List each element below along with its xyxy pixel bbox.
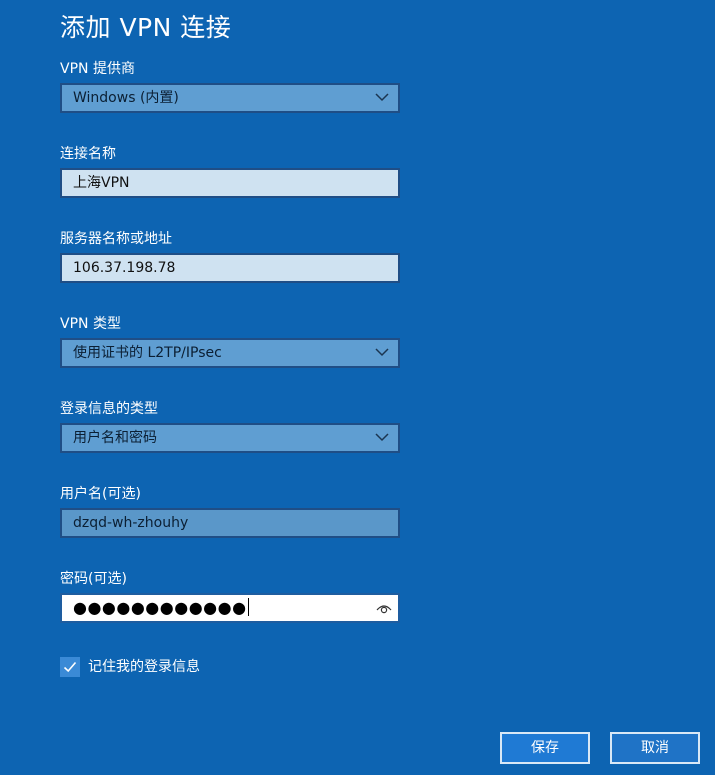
username-value: dzqd-wh-zhouhy [73, 515, 189, 531]
password-input[interactable]: ●●●●●●●●●●●● [60, 593, 400, 623]
provider-dropdown[interactable]: Windows (内置) [60, 83, 400, 113]
signin-type-label: 登录信息的类型 [60, 401, 158, 417]
chevron-down-icon [375, 93, 389, 102]
vpn-type-label: VPN 类型 [60, 316, 121, 332]
username-input[interactable]: dzqd-wh-zhouhy [60, 508, 400, 538]
provider-label: VPN 提供商 [60, 61, 135, 77]
server-input[interactable]: 106.37.198.78 [60, 253, 400, 283]
text-caret [247, 598, 249, 616]
connection-name-label: 连接名称 [60, 146, 116, 162]
save-button[interactable]: 保存 [500, 732, 590, 764]
chevron-down-icon [375, 348, 389, 357]
vpn-type-value: 使用证书的 L2TP/IPsec [73, 345, 222, 361]
connection-name-input[interactable]: 上海VPN [60, 168, 400, 198]
provider-value: Windows (内置) [73, 90, 179, 106]
server-value: 106.37.198.78 [73, 260, 176, 276]
dialog-title: 添加 VPN 连接 [60, 13, 232, 42]
server-label: 服务器名称或地址 [60, 231, 172, 247]
checkmark-icon [63, 661, 77, 673]
password-mask: ●●●●●●●●●●●● [73, 598, 249, 617]
password-label: 密码(可选) [60, 571, 127, 587]
eye-icon[interactable] [376, 601, 392, 615]
connection-name-value: 上海VPN [73, 175, 130, 191]
cancel-button[interactable]: 取消 [610, 732, 700, 764]
username-label: 用户名(可选) [60, 486, 141, 502]
remember-label[interactable]: 记住我的登录信息 [88, 658, 200, 676]
remember-checkbox[interactable] [60, 657, 80, 677]
chevron-down-icon [375, 433, 389, 442]
signin-type-value: 用户名和密码 [73, 430, 157, 446]
vpn-type-dropdown[interactable]: 使用证书的 L2TP/IPsec [60, 338, 400, 368]
signin-type-dropdown[interactable]: 用户名和密码 [60, 423, 400, 453]
